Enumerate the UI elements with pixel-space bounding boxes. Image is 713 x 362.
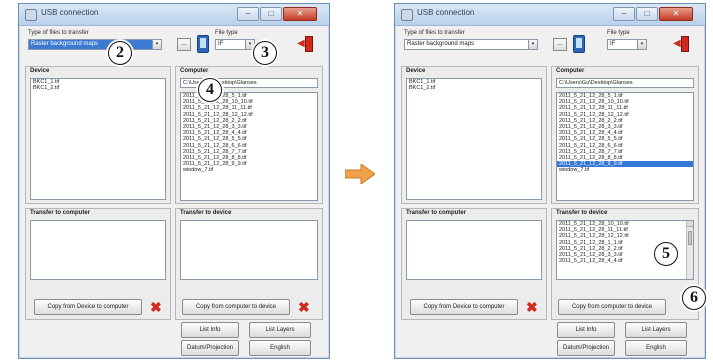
filetype-label: File type <box>215 30 238 36</box>
filetype-combo[interactable]: IF ▾ <box>215 39 255 50</box>
door-icon <box>305 36 313 52</box>
list-item[interactable]: BKC1_2.tif <box>31 85 165 91</box>
transfer-to-computer-title: Transfer to computer <box>30 210 91 216</box>
browse-button[interactable]: ... <box>553 38 567 51</box>
device-list[interactable]: BKC1_1.tif BKC1_2.tif <box>406 78 542 200</box>
device-icon[interactable] <box>573 35 585 53</box>
close-button[interactable]: ✕ <box>283 7 317 21</box>
language-button[interactable]: English <box>625 340 687 356</box>
copy-from-device-button[interactable]: Copy from Device to computer <box>410 299 518 315</box>
maximize-button[interactable]: □ <box>636 7 658 21</box>
transfer-to-computer-list[interactable] <box>406 220 542 280</box>
scrollbar[interactable] <box>686 221 693 279</box>
filetype-label: File type <box>607 30 630 36</box>
title-bar: USB connection – □ ✕ <box>19 4 329 26</box>
callout-4: 4 <box>198 78 222 102</box>
computer-group: Computer C:\Users\Gu\Desktop\Glanses 201… <box>175 66 323 204</box>
datum-projection-button[interactable]: Datum/Projection <box>557 340 615 356</box>
device-group: Device BKC1_1.tif BKC1_2.tif <box>25 66 171 204</box>
device-group-title: Device <box>30 68 50 74</box>
computer-path-field[interactable]: C:\Users\Gu\Desktop\Glanses <box>556 78 694 88</box>
transfer-to-device-list[interactable] <box>180 220 318 280</box>
type-combo-value: Raster background maps <box>407 41 475 47</box>
window-title: USB connection <box>417 8 475 17</box>
transfer-to-computer-group: Transfer to computer Copy from Device to… <box>25 208 171 320</box>
device-group: Device BKC1_1.tif BKC1_2.tif <box>401 66 547 204</box>
delete-icon[interactable]: ✖ <box>150 300 162 314</box>
chevron-down-icon[interactable]: ▾ <box>245 40 254 49</box>
delete-icon[interactable]: ✖ <box>298 300 310 314</box>
callout-5: 5 <box>654 242 678 266</box>
copy-from-computer-button[interactable]: Copy from computer to device <box>182 299 290 315</box>
arrow-left-icon: ◀ <box>297 38 305 49</box>
filetype-combo-value: IF <box>218 41 224 47</box>
browse-button[interactable]: ... <box>177 38 191 51</box>
close-button[interactable]: ✕ <box>659 7 693 21</box>
device-icon[interactable] <box>197 35 209 53</box>
type-label: Type of files to transfer <box>404 30 465 36</box>
exit-icon[interactable]: ◀ <box>297 35 315 53</box>
exit-icon[interactable]: ◀ <box>673 35 691 53</box>
copy-from-computer-button[interactable]: Copy from computer to device <box>558 299 666 315</box>
minimize-button[interactable]: – <box>237 7 259 21</box>
transfer-to-computer-list[interactable] <box>30 220 166 280</box>
maximize-button[interactable]: □ <box>260 7 282 21</box>
list-item[interactable]: BKC1_2.tif <box>407 85 541 91</box>
computer-file-list[interactable]: 2011_5_21_12_28_5_1.tif 2011_5_21_12_28_… <box>556 92 694 201</box>
chevron-down-icon[interactable]: ▾ <box>152 40 161 49</box>
app-icon <box>25 9 37 21</box>
usb-window-after: USB connection – □ ✕ Type of files to tr… <box>394 3 706 359</box>
list-layers-button[interactable]: List Layers <box>625 322 687 338</box>
transfer-to-device-title: Transfer to device <box>556 210 608 216</box>
list-item[interactable]: window_7.tif <box>181 167 317 173</box>
list-info-button[interactable]: List Info <box>181 322 239 338</box>
computer-group: Computer C:\Users\Gu\Desktop\Glanses 201… <box>551 66 699 204</box>
title-bar: USB connection – □ ✕ <box>395 4 705 26</box>
type-combo-value: Raster background maps <box>31 41 99 47</box>
chevron-down-icon[interactable]: ▾ <box>528 40 537 49</box>
transfer-to-device-group: Transfer to device 2011_5_21_12_28_10_10… <box>551 208 699 320</box>
filetype-combo-value: IF <box>610 41 616 47</box>
copy-from-device-button[interactable]: Copy from Device to computer <box>34 299 142 315</box>
list-item[interactable]: window_7.tif <box>557 167 693 173</box>
minimize-button[interactable]: – <box>613 7 635 21</box>
callout-2: 2 <box>108 41 132 65</box>
app-icon <box>401 9 413 21</box>
usb-window-before: USB connection – □ ✕ Type of files to tr… <box>18 3 330 359</box>
filetype-combo[interactable]: IF ▾ <box>607 39 647 50</box>
scroll-up-icon[interactable] <box>687 221 693 227</box>
arrow-left-icon: ◀ <box>673 38 681 49</box>
list-info-button[interactable]: List Info <box>557 322 615 338</box>
callout-3: 3 <box>253 41 277 65</box>
arrow-right-icon <box>345 164 375 184</box>
computer-group-title: Computer <box>556 68 585 74</box>
delete-icon[interactable]: ✖ <box>526 300 538 314</box>
type-combo[interactable]: Raster background maps ▾ <box>28 39 162 50</box>
door-icon <box>681 36 689 52</box>
transfer-to-device-title: Transfer to device <box>180 210 232 216</box>
window-title: USB connection <box>41 8 99 17</box>
computer-group-title: Computer <box>180 68 209 74</box>
transfer-to-computer-title: Transfer to computer <box>406 210 467 216</box>
transfer-to-computer-group: Transfer to computer Copy from Device to… <box>401 208 547 320</box>
language-button[interactable]: English <box>249 340 311 356</box>
computer-file-list[interactable]: 2011_5_21_12_28_5_1.tif 2011_5_21_12_28_… <box>180 92 318 201</box>
callout-6: 6 <box>682 286 706 310</box>
device-list[interactable]: BKC1_1.tif BKC1_2.tif <box>30 78 166 200</box>
transfer-to-device-group: Transfer to device Copy from computer to… <box>175 208 323 320</box>
type-label: Type of files to transfer <box>28 30 89 36</box>
list-layers-button[interactable]: List Layers <box>249 322 311 338</box>
device-group-title: Device <box>406 68 426 74</box>
datum-projection-button[interactable]: Datum/Projection <box>181 340 239 356</box>
type-combo[interactable]: Raster background maps ▾ <box>404 39 538 50</box>
chevron-down-icon[interactable]: ▾ <box>637 40 646 49</box>
scroll-thumb[interactable] <box>688 231 692 245</box>
